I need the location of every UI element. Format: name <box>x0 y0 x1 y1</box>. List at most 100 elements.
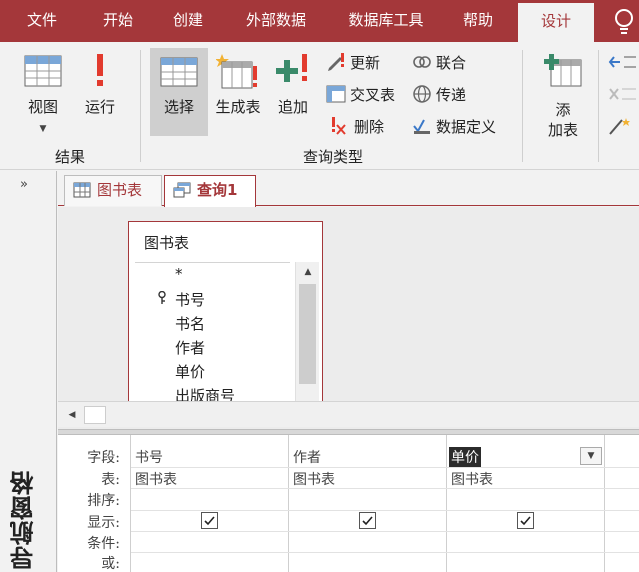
scroll-left-arrow-icon[interactable]: ◀ <box>62 405 82 425</box>
field-list-item[interactable]: 书名 <box>175 313 205 334</box>
group-separator <box>140 50 141 162</box>
grid-table-cell[interactable]: 图书表 <box>293 469 335 489</box>
add-table-button[interactable]: 添 加表 <box>536 48 590 139</box>
crosstab-icon <box>326 85 346 103</box>
group-separator <box>598 50 599 162</box>
union-rings-icon <box>413 56 431 68</box>
group-label-results: 结果 <box>54 148 85 166</box>
chevron-down-icon: ▼ <box>39 124 47 134</box>
tab-file[interactable]: 文件 <box>16 0 68 42</box>
checkmark-icon <box>520 516 531 526</box>
run-label: 运行 <box>84 98 115 116</box>
checkmark-icon <box>362 516 373 526</box>
grid-divider <box>131 531 639 532</box>
union-label: 联合 <box>436 54 467 72</box>
grid-table-cell[interactable]: 图书表 <box>135 469 177 489</box>
passthrough-query-button[interactable]: 传递 <box>412 82 466 108</box>
data-definition-query-button[interactable]: 数据定义 <box>412 114 496 140</box>
delete-x-icon <box>332 117 346 135</box>
add-table-label-line1: 添 <box>555 101 571 119</box>
view-button[interactable]: 视图 ▼ <box>14 48 72 136</box>
doc-tab-label: 图书表 <box>97 181 143 199</box>
scroll-up-arrow-icon[interactable]: ▲ <box>296 262 320 282</box>
lightbulb-icon[interactable] <box>611 6 637 36</box>
grid-row-label-or: 或: <box>101 556 120 572</box>
field-dropdown-chevron-icon[interactable]: ▼ <box>580 447 602 465</box>
field-list-item[interactable]: * <box>175 265 183 283</box>
grid-field-cell-selected[interactable]: 单价 <box>449 447 481 467</box>
passthrough-label: 传递 <box>436 86 467 104</box>
doc-tab-table[interactable]: 图书表 <box>64 175 162 206</box>
grid-row-label-field: 字段: <box>87 450 120 466</box>
show-checkbox[interactable] <box>359 512 376 529</box>
tab-design[interactable]: 设计 <box>518 3 594 42</box>
field-list: * 书号 书名 作者 单价 出版商号 <box>135 262 290 402</box>
grid-table-cell[interactable]: 图书表 <box>451 469 493 489</box>
make-table-icon <box>216 54 257 89</box>
append-label: 追加 <box>277 98 308 116</box>
add-table-label-line2: 加表 <box>547 121 578 139</box>
tab-database-tools[interactable]: 数据库工具 <box>336 0 436 42</box>
run-button[interactable]: 运行 <box>76 48 124 136</box>
field-list-scrollbar[interactable]: ▲ <box>295 262 319 402</box>
doc-tab-query[interactable]: 查询1 <box>164 175 256 207</box>
datasheet-view-icon <box>24 55 62 87</box>
grid-row-label-sort: 排序: <box>87 493 120 509</box>
delete-rows-icon[interactable] <box>608 84 636 104</box>
grid-field-cell[interactable]: 书号 <box>135 447 163 467</box>
field-list-item[interactable]: 单价 <box>175 361 205 382</box>
pencil-icon <box>328 53 344 71</box>
tab-home[interactable]: 开始 <box>92 0 144 42</box>
insert-rows-icon[interactable] <box>608 52 636 72</box>
doc-tab-label: 查询1 <box>197 181 238 199</box>
select-query-button[interactable]: 选择 <box>150 48 208 136</box>
make-table-label: 生成表 <box>215 98 261 116</box>
update-query-button[interactable]: 更新 <box>326 50 380 76</box>
table-icon <box>73 182 91 198</box>
design-horizontal-scrollbar[interactable]: ◀ <box>58 401 639 427</box>
field-list-item[interactable]: 出版商号 <box>175 385 235 402</box>
table-field-list[interactable]: 图书表 * 书号 书名 作者 单价 出版商号 ▲ <box>128 221 323 403</box>
show-checkbox[interactable] <box>201 512 218 529</box>
query-icon <box>173 182 191 198</box>
tab-help[interactable]: 帮助 <box>452 0 504 42</box>
scrollbar-thumb[interactable] <box>84 406 106 424</box>
grid-row-label-criteria: 条件: <box>87 536 120 552</box>
union-query-button[interactable]: 联合 <box>412 50 466 76</box>
select-label: 选择 <box>163 98 194 116</box>
exclamation-icon <box>97 54 103 86</box>
grid-row-label-show: 显示: <box>87 515 120 531</box>
builder-wand-icon[interactable] <box>608 116 636 136</box>
expand-nav-chevron-icon[interactable]: » <box>20 177 28 192</box>
navigation-pane: » 导航窗格 <box>0 171 57 572</box>
tab-external-data[interactable]: 外部数据 <box>234 0 318 42</box>
add-table-icon <box>544 54 582 87</box>
data-definition-label: 数据定义 <box>436 118 497 136</box>
make-table-button[interactable]: 生成表 <box>210 48 266 136</box>
document-tabs: 图书表 查询1 <box>58 171 639 207</box>
update-label: 更新 <box>350 54 381 72</box>
query-design-area: 图书表 * 书号 书名 作者 单价 出版商号 ▲ ◀ <box>58 207 639 429</box>
show-checkbox[interactable] <box>517 512 534 529</box>
globe-icon <box>413 85 431 103</box>
nav-pane-title[interactable]: 导航窗格 <box>6 470 41 570</box>
field-list-item[interactable]: 作者 <box>175 337 205 358</box>
tab-create[interactable]: 创建 <box>162 0 214 42</box>
delete-label: 删除 <box>354 118 385 136</box>
crosstab-label: 交叉表 <box>350 86 396 104</box>
ribbon-tab-bar: 文件 开始 创建 外部数据 数据库工具 帮助 设计 <box>0 0 639 42</box>
append-button[interactable]: 追加 <box>270 48 316 136</box>
checkmark-icon <box>204 516 215 526</box>
ribbon: 视图 ▼ 运行 结果 选择 生成表 追加 更新 交叉表 删除 联合 传递 数据定… <box>0 42 639 170</box>
field-list-item[interactable]: 书号 <box>175 289 205 310</box>
grid-divider <box>131 552 639 553</box>
grid-field-cell[interactable]: 作者 <box>293 447 321 467</box>
crosstab-query-button[interactable]: 交叉表 <box>326 82 395 108</box>
data-definition-icon <box>413 119 430 134</box>
grid-divider <box>131 510 639 511</box>
delete-query-button[interactable]: 删除 <box>330 114 384 140</box>
scrollbar-thumb[interactable] <box>299 284 316 384</box>
grid-row-label-table: 表: <box>101 472 120 488</box>
select-query-icon <box>160 57 198 87</box>
field-list-title: 图书表 <box>144 234 190 252</box>
